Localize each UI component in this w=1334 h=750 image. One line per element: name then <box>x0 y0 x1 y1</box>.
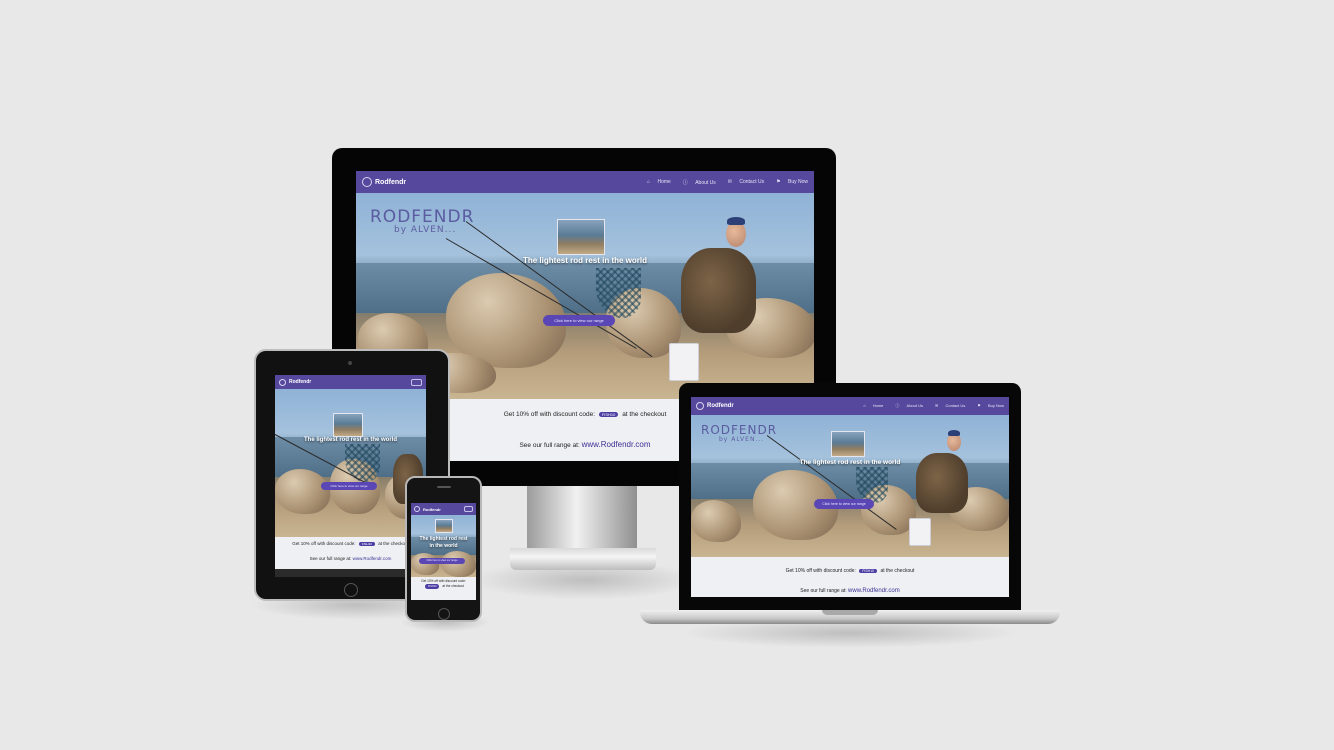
tablet-range-text: See our full range at: www.Rodfendr.com <box>275 556 426 561</box>
tablet-status-strip <box>275 569 426 577</box>
tablet-promo-prefix: Get 10% off with discount code: <box>292 541 356 546</box>
brand-name: Rodfendr <box>375 178 407 186</box>
laptop-brand-name: Rodfendr <box>707 403 734 409</box>
nav-about-label: About Us <box>695 179 716 186</box>
phone-screen: Rodfendr The lightest rod rest in the wo… <box>411 503 476 600</box>
phone-promo-suffix: at the checkout <box>442 584 464 588</box>
fishing-logo-icon <box>362 177 372 187</box>
nav-home[interactable]: ⌂ Home <box>641 179 671 186</box>
hamburger-menu-icon[interactable] <box>411 378 422 386</box>
laptop-nav-contact[interactable]: ✉ Contact Us <box>929 403 965 409</box>
fishing-logo-icon <box>279 378 286 386</box>
laptop-brand[interactable]: Rodfendr <box>696 402 734 410</box>
laptop-nav-home-label: Home <box>872 403 884 408</box>
envelope-icon: ✉ <box>727 178 732 185</box>
laptop-promo-suffix: at the checkout <box>880 568 915 574</box>
cooler-box <box>669 343 699 381</box>
imac-stand-neck <box>527 486 637 548</box>
product-thumbnail <box>557 219 605 255</box>
laptop-nav-links: ⌂ Home ⓘ About Us ✉ Contact Us ⚑ Buy Now <box>851 403 1004 409</box>
laptop-watermark-main: RODFENDR <box>701 423 778 437</box>
laptop-nav-about[interactable]: ⓘ About Us <box>889 403 923 409</box>
tablet-promo-text: Get 10% off with discount code: FISH10 a… <box>275 541 426 546</box>
phone-home-button <box>438 608 450 620</box>
phone-navbar: Rodfendr <box>411 503 476 515</box>
laptop-hero-watermark-sub: by ALVEN... <box>719 436 764 443</box>
phone-hero-tagline-1: The lightest rod rest <box>419 536 468 542</box>
phone-shop-button[interactable]: Click here to view our range <box>419 558 465 564</box>
watermark-main: RODFENDR <box>370 207 475 227</box>
info-icon: ⓘ <box>682 179 688 186</box>
laptop-shop-button[interactable]: Click here to view our range <box>814 499 874 509</box>
phone-promo-prefix: Get 10% off with discount code: <box>421 579 466 583</box>
envelope-icon: ✉ <box>934 403 939 408</box>
promo-prefix: Get 10% off with discount code: <box>503 411 595 418</box>
nav-buy[interactable]: ⚑ Buy Now <box>770 179 808 186</box>
brand[interactable]: Rodfendr <box>362 177 406 187</box>
imac-stand-foot <box>510 548 656 570</box>
tablet-hero-tagline: The lightest rod rest in the world <box>303 437 397 443</box>
phone-speaker <box>437 486 451 488</box>
laptop-promo-prefix: Get 10% off with discount code: <box>785 568 856 574</box>
laptop-promo-text: Get 10% off with discount code: FISH10 a… <box>691 568 1009 574</box>
fishing-logo-icon <box>696 402 704 410</box>
tablet-shop-button[interactable]: Click here to view our range <box>321 482 377 490</box>
phone-promo-text: Get 10% off with discount code: FISH10 a… <box>411 579 476 589</box>
hamburger-menu-icon[interactable] <box>464 506 473 512</box>
hero-watermark: RODFENDR <box>370 207 474 227</box>
laptop-watermark-sub: by ALVEN... <box>719 436 765 443</box>
tablet-screen: Rodfendr The lightest rod rest in the wo… <box>275 375 426 577</box>
range-link[interactable]: www.Rodfendr.com <box>582 440 651 449</box>
tablet-brand[interactable]: Rodfendr <box>279 378 312 386</box>
tablet-range-prefix: See our full range at: <box>309 556 352 561</box>
range-prefix: See our full range at: <box>519 442 580 449</box>
nav-contact-label: Contact Us <box>739 178 765 185</box>
tablet-camera <box>348 361 352 365</box>
laptop-nav-home[interactable]: ⌂ Home <box>857 403 883 409</box>
info-icon: ⓘ <box>895 403 900 408</box>
laptop-discount-code: FISH10 <box>859 569 878 573</box>
laptop-hero-watermark: RODFENDR <box>701 423 777 437</box>
phone-hero-tagline-2: in the world <box>429 543 458 549</box>
laptop-screen: Rodfendr ⌂ Home ⓘ About Us ✉ Contact Us … <box>691 397 1009 597</box>
laptop-hero-tagline: The lightest rod rest in the world <box>799 459 901 466</box>
phone-brand-name: Rodfendr <box>423 506 441 512</box>
laptop-nav-buy-label: Buy Now <box>987 403 1004 408</box>
tablet-home-button <box>344 583 358 597</box>
navbar: Rodfendr ⌂ Home ⓘ About Us ✉ Contact Us … <box>356 171 814 193</box>
watermark-sub: by ALVEN... <box>394 225 457 235</box>
tablet-navbar: Rodfendr <box>275 375 426 389</box>
home-icon: ⌂ <box>647 178 651 185</box>
laptop-hero-image: RODFENDR by ALVEN... The lightest rod re… <box>691 415 1009 557</box>
nav-about[interactable]: ⓘ About Us <box>677 179 716 186</box>
home-icon: ⌂ <box>863 403 866 408</box>
laptop-range-text: See our full range at: www.Rodfendr.com <box>691 588 1009 594</box>
promo-suffix: at the checkout <box>622 411 667 418</box>
laptop-nav-contact-label: Contact Us <box>945 403 966 408</box>
fishing-logo-icon <box>414 506 420 512</box>
phone-hero-image: The lightest rod rest in the world Click… <box>411 515 476 577</box>
flag-icon: ⚑ <box>776 178 781 185</box>
hero-tagline: The lightest rod rest in the world <box>522 256 647 265</box>
laptop-nav-about-label: About Us <box>906 403 923 408</box>
flag-icon: ⚑ <box>977 403 981 408</box>
laptop-range-prefix: See our full range at: <box>800 588 847 594</box>
nav-contact[interactable]: ✉ Contact Us <box>722 179 764 186</box>
discount-code: FISH10 <box>598 412 619 417</box>
laptop-notch <box>822 610 878 615</box>
laptop-navbar: Rodfendr ⌂ Home ⓘ About Us ✉ Contact Us … <box>691 397 1009 415</box>
tablet-brand-name: Rodfendr <box>289 379 312 385</box>
shop-button[interactable]: Click here to view our range <box>543 315 615 326</box>
laptop-range-link[interactable]: www.Rodfendr.com <box>848 588 900 594</box>
nav-buy-label: Buy Now <box>787 178 808 185</box>
phone-discount-code: FISH10 <box>425 584 440 589</box>
hero-watermark-sub: by ALVEN... <box>394 225 456 235</box>
nav-links: ⌂ Home ⓘ About Us ✉ Contact Us ⚑ Buy Now <box>635 179 808 186</box>
nav-home-label: Home <box>657 178 671 185</box>
tablet-range-link[interactable]: www.Rodfendr.com <box>353 556 392 561</box>
laptop-nav-buy[interactable]: ⚑ Buy Now <box>971 403 1004 409</box>
phone-brand[interactable]: Rodfendr <box>414 506 441 512</box>
tablet-hero-image: The lightest rod rest in the world Click… <box>275 389 426 537</box>
tablet-discount-code: FISH10 <box>358 542 375 546</box>
